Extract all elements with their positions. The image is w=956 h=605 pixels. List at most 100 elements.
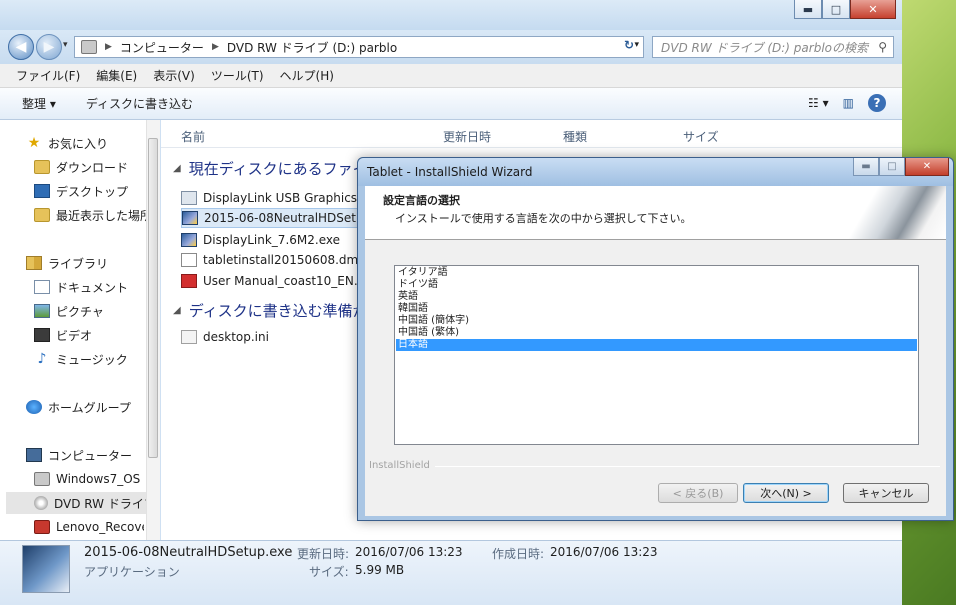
nav-videos[interactable]: ビデオ <box>34 324 154 346</box>
nav-label: DVD RW ドライブ (D:) <box>54 496 146 511</box>
language-option[interactable]: 中国語 (簡体字) <box>396 315 917 327</box>
nav-pictures[interactable]: ピクチャ <box>34 300 154 322</box>
recovery-drive-icon <box>34 520 50 534</box>
address-dropdown-icon[interactable]: ▾ <box>634 40 639 50</box>
nav-label: Windows7_OS (C:) <box>56 472 144 486</box>
file-row[interactable]: tabletinstall20150608.dmg <box>181 250 366 270</box>
close-button[interactable]: ✕ <box>850 0 896 19</box>
menu-help[interactable]: ヘルプ(H) <box>280 67 334 84</box>
brand-divider <box>435 466 940 467</box>
nav-lenovo-recovery[interactable]: Lenovo_Recovery <box>34 516 144 538</box>
breadcrumb-separator-icon: ▶ <box>105 42 112 52</box>
dialog-body: 設定言語の選択 インストールで使用する言語を次の中から選択して下さい。 イタリア… <box>365 186 946 516</box>
breadcrumb-dvd[interactable]: DVD RW ドライブ (D:) parblo <box>227 39 397 56</box>
back-button[interactable]: < 戻る(B) <box>658 483 738 503</box>
refresh-icon[interactable]: ↻ <box>624 38 634 52</box>
group-files-on-disc[interactable]: ◢ 現在ディスクにあるファイル <box>173 158 383 179</box>
explorer-titlebar: ▬ □ ✕ <box>0 0 902 30</box>
nav-downloads[interactable]: ダウンロード <box>34 156 154 178</box>
file-row[interactable]: DisplayLink_7.6M2.exe <box>181 230 340 250</box>
library-icon <box>26 256 42 270</box>
details-modified-value: 2016/07/06 13:23 <box>355 545 463 559</box>
navigation-pane: ★ お気に入り ダウンロード デスクトップ 最近表示した場所 ライブラリ ドキュメ… <box>0 120 160 540</box>
column-date[interactable]: 更新日時 <box>443 128 491 145</box>
nav-dvd-drive[interactable]: DVD RW ドライブ (D:) <box>6 492 146 514</box>
minimize-button[interactable]: ▬ <box>794 0 822 19</box>
address-bar[interactable]: ▶ コンピューター ▶ DVD RW ドライブ (D:) parblo ▾ <box>74 36 644 58</box>
nav-label: ダウンロード <box>56 160 129 175</box>
drive-icon <box>34 472 50 486</box>
menu-view[interactable]: 表示(V) <box>153 67 195 84</box>
setup-thumbnail-icon <box>22 545 70 593</box>
nav-music[interactable]: ♪ ミュージック <box>34 348 154 370</box>
dialog-maximize-button[interactable]: □ <box>879 158 905 176</box>
nav-favorites[interactable]: ★ お気に入り <box>26 132 146 154</box>
nav-desktop[interactable]: デスクトップ <box>34 180 154 202</box>
nav-libraries[interactable]: ライブラリ <box>26 252 146 274</box>
installshield-dialog: Tablet - InstallShield Wizard ▬ □ ✕ 設定言語… <box>357 157 954 521</box>
nav-windows7-os[interactable]: Windows7_OS (C:) <box>34 468 144 490</box>
nav-scrollbar-thumb[interactable] <box>148 138 158 458</box>
language-option[interactable]: イタリア語 <box>396 267 917 279</box>
menu-bar: ファイル(F) 編集(E) 表示(V) ツール(T) ヘルプ(H) <box>0 64 902 88</box>
application-icon <box>181 191 197 205</box>
dialog-title: Tablet - InstallShield Wizard <box>367 165 533 179</box>
dialog-close-button[interactable]: ✕ <box>905 158 949 176</box>
preview-pane-button[interactable]: ▥ <box>843 96 854 110</box>
burn-to-disc-button[interactable]: ディスクに書き込む <box>86 95 193 112</box>
video-icon <box>34 328 50 342</box>
view-options-button[interactable]: ☷ ▾ <box>808 96 829 110</box>
back-button[interactable]: ◀ <box>8 34 34 60</box>
file-row[interactable]: User Manual_coast10_EN.pdf <box>181 271 377 291</box>
folder-icon <box>34 160 50 174</box>
language-option[interactable]: 韓国語 <box>396 303 917 315</box>
forward-button[interactable]: ▶ <box>36 34 62 60</box>
collapse-icon[interactable]: ◢ <box>173 163 181 174</box>
details-type: アプリケーション <box>84 565 180 579</box>
details-modified-label: 更新日時: <box>297 547 350 561</box>
column-header: 名前 更新日時 種類 サイズ <box>161 120 902 148</box>
breadcrumb-computer[interactable]: コンピューター <box>120 39 204 56</box>
maximize-button[interactable]: □ <box>822 0 850 19</box>
details-created-label: 作成日時: <box>492 547 545 561</box>
music-icon: ♪ <box>37 351 47 367</box>
nav-label: お気に入り <box>48 136 109 151</box>
nav-label: デスクトップ <box>56 184 129 199</box>
cancel-button[interactable]: キャンセル <box>843 483 929 503</box>
language-option[interactable]: 中国語 (繁体) <box>396 327 917 339</box>
recent-pages-dropdown[interactable]: ▾ <box>63 40 68 50</box>
help-icon[interactable]: ? <box>868 94 886 112</box>
nav-documents[interactable]: ドキュメント <box>34 276 154 298</box>
language-option[interactable]: 英語 <box>396 291 917 303</box>
breadcrumb-separator-icon: ▶ <box>211 42 219 52</box>
pictures-icon <box>34 304 50 318</box>
nav-recent-places[interactable]: 最近表示した場所 <box>34 204 154 226</box>
navigation-bar: ◀ ▶ ▾ ▶ コンピューター ▶ DVD RW ドライブ (D:) parbl… <box>0 30 902 64</box>
search-icon[interactable]: ⚲ <box>878 40 887 54</box>
collapse-icon[interactable]: ◢ <box>173 305 181 316</box>
dialog-subheading: インストールで使用する言語を次の中から選択して下さい。 <box>395 212 692 225</box>
menu-file[interactable]: ファイル(F) <box>16 67 80 84</box>
column-name[interactable]: 名前 <box>181 128 205 145</box>
language-option[interactable]: ドイツ語 <box>396 279 917 291</box>
search-input[interactable]: DVD RW ドライブ (D:) parbloの検索 ⚲ <box>652 36 894 58</box>
column-type[interactable]: 種類 <box>563 128 587 145</box>
recent-places-icon <box>34 208 50 222</box>
file-row[interactable]: DisplayLink USB Graphics <box>181 188 357 208</box>
documents-icon <box>34 280 50 294</box>
file-name: tabletinstall20150608.dmg <box>203 253 366 267</box>
language-option-selected[interactable]: 日本語 <box>396 339 917 351</box>
menu-tools[interactable]: ツール(T) <box>211 67 264 84</box>
dialog-banner: 設定言語の選択 インストールで使用する言語を次の中から選択して下さい。 <box>365 186 946 240</box>
file-row[interactable]: desktop.ini <box>181 327 269 347</box>
language-listbox[interactable]: イタリア語 ドイツ語 英語 韓国語 中国語 (簡体字) 中国語 (繁体) 日本語 <box>394 265 919 445</box>
column-size[interactable]: サイズ <box>683 128 719 145</box>
nav-homegroup[interactable]: ホームグループ <box>26 396 146 418</box>
nav-label: ライブラリ <box>48 256 109 271</box>
organize-button[interactable]: 整理 ▾ <box>22 95 56 112</box>
next-button[interactable]: 次へ(N) > <box>743 483 829 503</box>
nav-label: ビデオ <box>56 328 93 343</box>
menu-edit[interactable]: 編集(E) <box>96 67 137 84</box>
dialog-minimize-button[interactable]: ▬ <box>853 158 879 176</box>
nav-computer[interactable]: コンピューター <box>26 444 146 466</box>
